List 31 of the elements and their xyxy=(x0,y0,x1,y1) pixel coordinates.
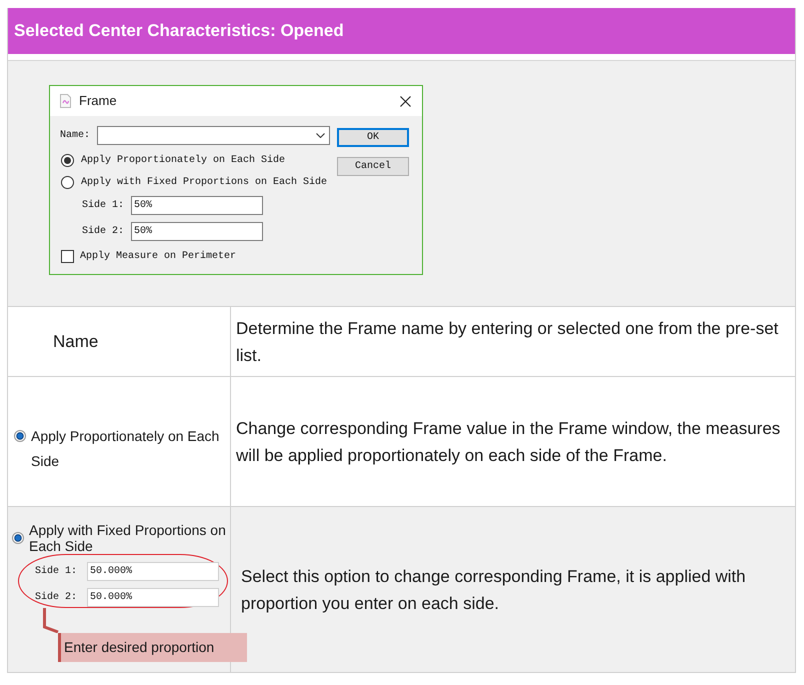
dialog-title: Frame xyxy=(79,92,117,110)
document-icon xyxy=(60,94,71,108)
name-dropdown[interactable] xyxy=(97,126,330,145)
row-description: Change corresponding Frame value in the Frame window, the measures will be applied proportionately on each side of the Frame. xyxy=(236,418,782,466)
side-label: Side 1: xyxy=(35,564,78,579)
radio-button[interactable] xyxy=(61,154,74,166)
side-input[interactable]: 50% xyxy=(131,196,263,215)
side-input[interactable]: 50.000% xyxy=(87,562,219,581)
leader-line xyxy=(42,608,59,633)
side-input[interactable]: 50% xyxy=(131,222,263,241)
checkbox[interactable] xyxy=(61,250,74,262)
checkbox-label: Apply Measure on Perimeter xyxy=(80,250,236,264)
callout-note: Enter desired proportion xyxy=(58,633,247,662)
option-label: Apply Proportionately on Each Side xyxy=(81,154,286,168)
row-label: Apply with Fixed Proportions on Each Side xyxy=(29,522,227,554)
header-title: Selected Center Characteristics: Opened xyxy=(14,20,344,42)
radio-button[interactable] xyxy=(61,176,74,188)
chevron-down-icon xyxy=(316,133,325,138)
side-label: Side 1: xyxy=(82,198,126,213)
row-label: Name xyxy=(53,330,98,353)
side-label: Side 2: xyxy=(82,224,126,239)
dialog-button[interactable]: Cancel xyxy=(337,157,409,176)
option-label: Apply with Fixed Proportions on Each Side xyxy=(81,176,328,190)
dialog-button[interactable]: OK xyxy=(337,128,409,147)
row-description: Select this option to change corresponding Frame, it is applied with proportion you enter on each side. xyxy=(241,566,747,614)
row-description: Determine the Frame name by entering or selected one from the pre-set list. xyxy=(236,318,780,366)
close-icon[interactable] xyxy=(400,96,411,106)
row-label: Apply Proportionately on Each Side xyxy=(31,426,220,470)
side-input[interactable]: 50.000% xyxy=(87,588,219,607)
name-label: Name: xyxy=(60,129,92,143)
side-label: Side 2: xyxy=(35,590,78,605)
